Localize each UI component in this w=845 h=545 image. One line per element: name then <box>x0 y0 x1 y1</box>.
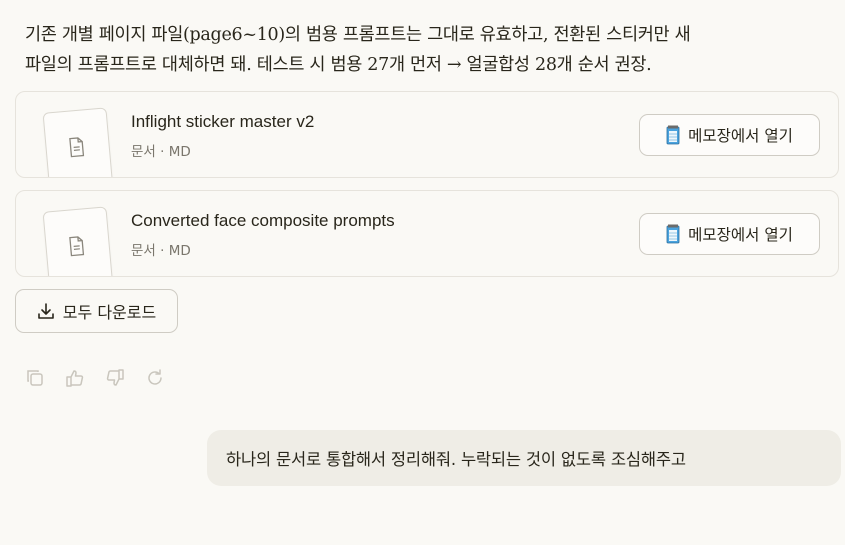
file-card[interactable]: Inflight sticker master v2 문서 · MD 메모장에서… <box>15 91 839 178</box>
document-icon <box>69 236 85 257</box>
download-icon <box>37 303 54 319</box>
open-in-notepad-button[interactable]: 메모장에서 열기 <box>639 114 820 156</box>
download-all-label: 모두 다운로드 <box>62 303 157 322</box>
file-meta: 문서 · MD <box>131 144 191 160</box>
message-line: 파일의 프롬프트로 대체하면 돼. 테스트 시 범용 27개 먼저 → 얼굴합성… <box>25 55 652 75</box>
thumbs-up-icon[interactable] <box>64 367 86 389</box>
file-name: Inflight sticker master v2 <box>131 112 315 131</box>
message-actions <box>24 367 166 389</box>
assistant-message-text: 기존 개별 페이지 파일(page6~10)의 범용 프롬프트는 그대로 유효하… <box>25 20 825 80</box>
file-thumbnail <box>42 206 114 276</box>
retry-icon[interactable] <box>144 367 166 389</box>
file-meta: 문서 · MD <box>131 243 191 259</box>
message-line: 기존 개별 페이지 파일(page6~10)의 범용 프롬프트는 그대로 유효하… <box>25 25 691 45</box>
open-in-notepad-button[interactable]: 메모장에서 열기 <box>639 213 820 255</box>
open-button-label: 메모장에서 열기 <box>688 226 793 244</box>
document-icon <box>69 137 85 158</box>
thumbs-down-icon[interactable] <box>104 367 126 389</box>
file-thumbnail <box>42 107 114 177</box>
user-message-bubble: 하나의 문서로 통합해서 정리해줘. 누락되는 것이 없도록 조심해주고 <box>207 430 841 486</box>
file-card[interactable]: Converted face composite prompts 문서 · MD… <box>15 190 839 277</box>
download-all-button[interactable]: 모두 다운로드 <box>15 289 178 333</box>
user-message-text: 하나의 문서로 통합해서 정리해줘. 누락되는 것이 없도록 조심해주고 <box>226 450 686 469</box>
open-button-label: 메모장에서 열기 <box>688 127 793 145</box>
file-name: Converted face composite prompts <box>131 211 395 230</box>
notepad-icon <box>666 125 680 145</box>
notepad-icon <box>666 224 680 244</box>
copy-icon[interactable] <box>24 367 46 389</box>
